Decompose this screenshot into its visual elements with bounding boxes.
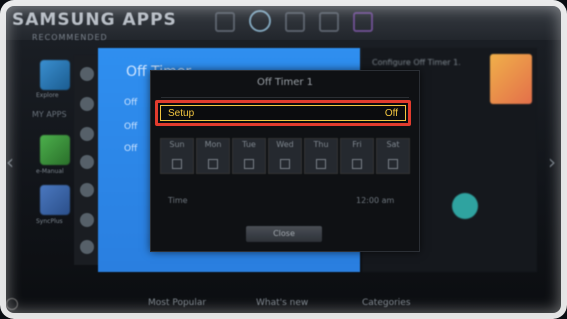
- off-timer-item-1[interactable]: Off: [124, 98, 137, 108]
- system-icon[interactable]: [80, 183, 94, 197]
- network-icon[interactable]: [80, 155, 94, 169]
- picture-icon[interactable]: [80, 67, 94, 81]
- sound-icon[interactable]: [80, 97, 94, 111]
- app-thumbnail-2[interactable]: [452, 193, 478, 219]
- explore-label: Explore: [36, 92, 59, 99]
- day-label: Thu: [313, 140, 329, 149]
- day-fri[interactable]: Fri: [340, 138, 374, 174]
- emanual-app-icon[interactable]: [40, 135, 70, 165]
- explore-app-icon[interactable]: [40, 60, 70, 90]
- recommended-apps: [36, 55, 76, 265]
- syncplus-app-icon[interactable]: [40, 185, 70, 215]
- app-title: SAMSUNG APPS: [12, 10, 177, 30]
- dialog-divider: [161, 97, 409, 98]
- checkbox[interactable]: [172, 159, 182, 169]
- day-wed[interactable]: Wed: [268, 138, 302, 174]
- syncplus-label: SyncPlus: [36, 218, 63, 225]
- checkbox[interactable]: [352, 159, 362, 169]
- tv-screen: SAMSUNG APPS RECOMMENDED Explore MY APPS…: [0, 0, 567, 319]
- settings-sidebar: [74, 55, 100, 265]
- scroll-left-arrow[interactable]: ‹: [6, 150, 14, 174]
- app-thumbnail[interactable]: [490, 54, 532, 104]
- broadcast-icon[interactable]: [80, 127, 94, 141]
- home-icon[interactable]: [285, 12, 305, 32]
- help-text: Configure Off Timer 1.: [372, 58, 461, 67]
- day-label: Mon: [204, 140, 222, 149]
- recommended-label: RECOMMENDED: [32, 33, 108, 42]
- checkbox[interactable]: [280, 159, 290, 169]
- nav-most-popular[interactable]: Most Popular: [148, 298, 206, 308]
- time-label: Time: [168, 196, 188, 205]
- day-sat[interactable]: Sat: [376, 138, 410, 174]
- day-thu[interactable]: Thu: [304, 138, 338, 174]
- day-label: Sun: [169, 140, 185, 149]
- support-icon[interactable]: [80, 213, 94, 227]
- checkbox[interactable]: [316, 159, 326, 169]
- focus-outline: [160, 105, 406, 121]
- play-icon[interactable]: [319, 12, 339, 32]
- off-timer-item-2[interactable]: Off: [124, 122, 137, 132]
- nav-categories[interactable]: Categories: [362, 298, 411, 308]
- camera-icon[interactable]: [215, 12, 235, 32]
- setup-value: Off: [384, 108, 398, 119]
- top-nav-icons: [215, 10, 373, 32]
- emanual-label: e-Manual: [36, 168, 64, 175]
- day-label: Fri: [352, 140, 362, 149]
- time-value[interactable]: 12:00 am: [356, 196, 394, 205]
- setup-label: Setup: [168, 108, 195, 119]
- day-label: Sat: [386, 140, 400, 149]
- checkbox[interactable]: [388, 159, 398, 169]
- day-mon[interactable]: Mon: [196, 138, 230, 174]
- bottom-nav: Most Popular What's new Categories: [0, 290, 567, 318]
- my-apps-label: MY APPS: [32, 110, 67, 119]
- day-selector: Sun Mon Tue Wed Thu Fri Sat: [160, 138, 410, 174]
- checkbox[interactable]: [244, 159, 254, 169]
- close-button[interactable]: Close: [246, 226, 322, 242]
- nav-whats-new[interactable]: What's new: [256, 298, 308, 308]
- scroll-right-arrow[interactable]: ›: [548, 150, 556, 174]
- off-timer-item-3[interactable]: Off: [124, 144, 137, 154]
- apps-icon[interactable]: [249, 10, 271, 32]
- checkbox[interactable]: [208, 159, 218, 169]
- help-icon[interactable]: [6, 298, 18, 310]
- setup-row[interactable]: Setup Off: [155, 100, 411, 126]
- top-bar: SAMSUNG APPS RECOMMENDED: [0, 0, 567, 42]
- gear-icon[interactable]: [80, 240, 94, 254]
- day-label: Tue: [242, 140, 256, 149]
- day-sun[interactable]: Sun: [160, 138, 194, 174]
- chat-icon[interactable]: [353, 12, 373, 32]
- day-label: Wed: [276, 140, 294, 149]
- dialog-title: Off Timer 1: [256, 77, 314, 88]
- day-tue[interactable]: Tue: [232, 138, 266, 174]
